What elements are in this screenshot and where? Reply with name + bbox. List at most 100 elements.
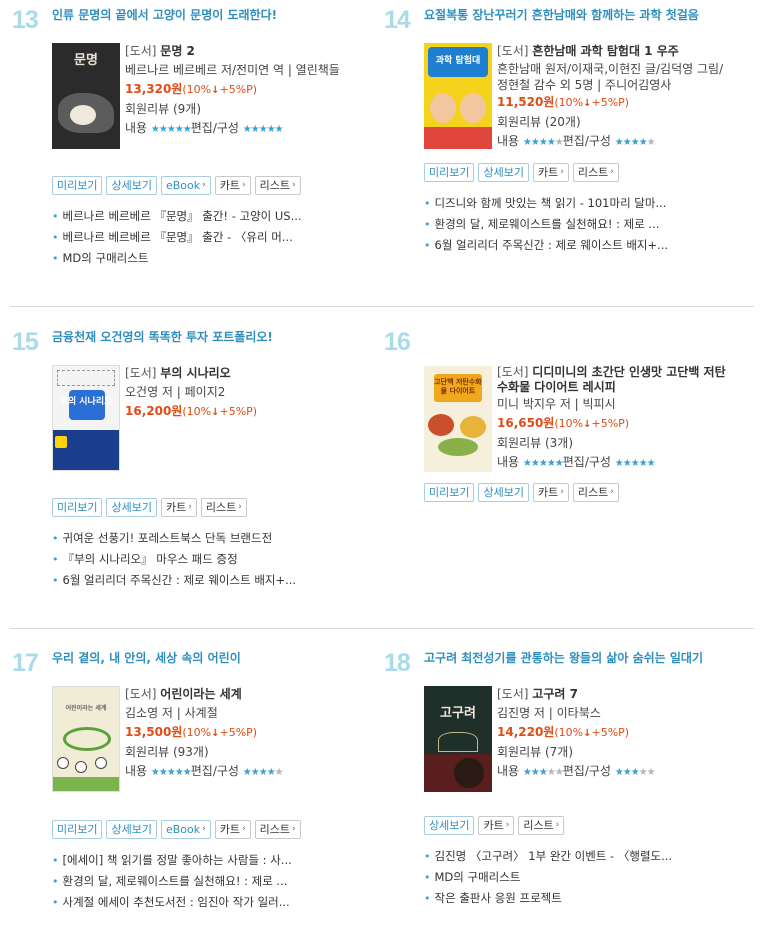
chevron-right-icon: ›	[610, 167, 614, 177]
action-buttons: 미리보기 상세보기 카트 › 리스트 ›	[52, 498, 247, 517]
review-count-link[interactable]: 회원리뷰 (9개)	[125, 100, 360, 119]
book-author-publisher[interactable]: 오건영 저 | 페이지2	[125, 383, 360, 402]
preview-button[interactable]: 미리보기	[424, 483, 475, 502]
event-link[interactable]: 환경의 달, 제로웨이스트를 실천해요! : 제로 ...	[52, 871, 292, 892]
ebook-button[interactable]: eBook ›	[160, 176, 211, 195]
event-link[interactable]: [에세이] 책 읽기를 정말 좋아하는 사람들 : 사...	[52, 850, 292, 871]
book-author-publisher[interactable]: 미니 박지우 저 | 빅피시	[497, 395, 732, 414]
book-author-publisher[interactable]: 흔한남매 원저/이재국,이현진 글/김덕영 그림/정현철 감수 외 5명 | 주…	[497, 61, 732, 93]
edit-rating-label: 편집/구성	[190, 764, 239, 778]
book-headline-link[interactable]: 고구려 최전성기를 관통하는 왕들의 삶아 숨쉬는 일대기	[424, 649, 703, 666]
book-cover-image[interactable]: 문명	[52, 43, 120, 149]
book-author-publisher[interactable]: 김진명 저 | 이타북스	[497, 704, 732, 723]
wishlist-button[interactable]: 리스트 ›	[254, 176, 301, 195]
book-category: [도서]	[125, 366, 157, 380]
detail-button[interactable]: 상세보기	[106, 176, 157, 195]
event-link[interactable]: 6월 얼리리더 주목신간 : 제로 웨이스트 배지+...	[424, 235, 669, 256]
wishlist-button[interactable]: 리스트 ›	[518, 816, 565, 835]
preview-button[interactable]: 미리보기	[52, 820, 103, 839]
chevron-right-icon: ›	[202, 824, 206, 834]
content-rating-label: 내용	[497, 764, 520, 778]
discount-rate: (10%	[182, 405, 212, 418]
preview-button[interactable]: 미리보기	[424, 163, 475, 182]
event-link[interactable]: 사계절 에세이 추천도서전 : 임진아 작가 일러...	[52, 892, 292, 913]
wishlist-button[interactable]: 리스트 ›	[572, 163, 619, 182]
book-card: 15 금융천재 오건영의 똑똑한 투자 포트폴리오! 부의 시나리오 [도서] …	[12, 322, 352, 612]
cart-button[interactable]: 카트 ›	[532, 163, 569, 182]
chevron-right-icon: ›	[241, 180, 246, 190]
ebook-label: eBook	[165, 179, 201, 192]
book-headline-link[interactable]: 요절복통 장난꾸러기 흔한남매와 함께하는 과학 첫걸음	[424, 6, 699, 23]
rank-number: 17	[12, 649, 39, 677]
edit-rating-label: 편집/구성	[562, 134, 611, 148]
book-title-link[interactable]: 부의 시나리오	[160, 366, 230, 380]
wishlist-label: 리스트	[259, 823, 290, 836]
book-category: [도서]	[125, 687, 157, 701]
event-link[interactable]: 작은 출판사 응원 프로젝트	[424, 888, 672, 909]
book-price: 13,500원	[125, 725, 183, 739]
event-link[interactable]: MD의 구매리스트	[52, 248, 302, 269]
discount-rate: (10%	[554, 417, 584, 430]
event-link[interactable]: 김진명 〈고구려〉 1부 완간 이벤트 - 〈행렬도...	[424, 846, 673, 867]
chevron-right-icon: ›	[188, 502, 192, 512]
book-cover-image[interactable]: 어린이라는 세계	[52, 686, 120, 792]
book-cover-image[interactable]: 고구려	[424, 686, 492, 792]
book-title-link[interactable]: 디디미니의 초간단 인생맛 고단백 저탄수화물 다이어트 레시피	[497, 365, 726, 394]
cart-button[interactable]: 카트 ›	[532, 483, 569, 502]
edit-rating-label: 편집/구성	[190, 121, 239, 135]
event-link[interactable]: MD의 구매리스트	[424, 867, 672, 888]
detail-button[interactable]: 상세보기	[478, 163, 529, 182]
review-count-link[interactable]: 회원리뷰 (7개)	[497, 743, 732, 762]
book-title-link[interactable]: 어린이라는 세계	[160, 687, 241, 701]
book-title-link[interactable]: 문명 2	[160, 44, 195, 58]
wishlist-label: 리스트	[205, 501, 237, 514]
rank-number: 15	[12, 328, 39, 356]
book-headline-link[interactable]: 우리 곁의, 내 안의, 세상 속의 어린이	[52, 649, 241, 666]
edit-rating-label: 편집/구성	[562, 764, 611, 778]
wishlist-button[interactable]: 리스트 ›	[572, 483, 619, 502]
point-rate: +5%P)	[219, 405, 258, 418]
event-link[interactable]: 환경의 달, 제로웨이스트를 실천해요! : 제로 ...	[424, 214, 668, 235]
preview-button[interactable]: 미리보기	[52, 176, 103, 195]
review-count-link[interactable]: 회원리뷰 (93개)	[125, 743, 360, 762]
detail-button[interactable]: 상세보기	[424, 816, 475, 835]
cart-button[interactable]: 카트 ›	[214, 176, 251, 195]
book-author-publisher[interactable]: 김소영 저 | 사계절	[125, 704, 360, 723]
detail-button[interactable]: 상세보기	[106, 498, 157, 517]
ebook-button[interactable]: eBook ›	[160, 820, 211, 839]
wishlist-button[interactable]: 리스트 ›	[254, 820, 301, 839]
review-count-link[interactable]: 회원리뷰 (20개)	[497, 113, 732, 132]
book-cover-image[interactable]: 과학 탐험대	[424, 43, 492, 149]
book-title-link[interactable]: 흔한남매 과학 탐험대 1 우주	[532, 44, 679, 58]
book-title-link[interactable]: 고구려 7	[532, 687, 578, 701]
cover-title: 과학 탐험대	[435, 56, 481, 66]
cart-button[interactable]: 카트 ›	[478, 816, 515, 835]
review-count-link[interactable]: 회원리뷰 (3개)	[497, 434, 732, 453]
preview-button[interactable]: 미리보기	[52, 498, 103, 517]
event-link[interactable]: 『부의 시나리오』 마우스 패드 증정	[52, 549, 296, 570]
action-buttons: 미리보기 상세보기 카트 › 리스트 ›	[424, 163, 619, 182]
cart-label: 카트	[219, 179, 240, 192]
event-link[interactable]: 디즈니와 함께 맛있는 책 읽기 - 101마리 달마...	[424, 193, 668, 214]
content-star-rating: ★★★★★	[150, 124, 192, 135]
event-link[interactable]: 베르나르 베르베르 『문명』 출간 - 〈유리 머...	[52, 227, 302, 248]
detail-button[interactable]: 상세보기	[478, 483, 529, 502]
cart-button[interactable]: 카트 ›	[214, 820, 251, 839]
book-author-publisher[interactable]: 베르나르 베르베르 저/전미연 역 | 열린책들	[125, 61, 360, 80]
event-link[interactable]: 베르나르 베르베르 『문명』 출간! - 고양이 US...	[52, 206, 302, 227]
book-headline-link[interactable]: 인류 문명의 끝에서 고양이 문명이 도래한다!	[52, 6, 277, 23]
bestseller-row-2: 15 금융천재 오건영의 똑똑한 투자 포트폴리오! 부의 시나리오 [도서] …	[0, 307, 762, 627]
wishlist-label: 리스트	[577, 486, 609, 499]
wishlist-button[interactable]: 리스트 ›	[200, 498, 247, 517]
book-category: [도서]	[497, 44, 529, 58]
event-link[interactable]: 귀여운 선풍기! 포레스트북스 단독 브랜드전	[52, 528, 296, 549]
cart-button[interactable]: 카트 ›	[160, 498, 197, 517]
discount-rate: (10%	[182, 726, 212, 739]
detail-button[interactable]: 상세보기	[106, 820, 157, 839]
point-rate: +5%P)	[219, 83, 258, 96]
cart-label: 카트	[537, 486, 559, 499]
event-link[interactable]: 6월 얼리리더 주목신간 : 제로 웨이스트 배지+...	[52, 570, 297, 591]
book-cover-image[interactable]: 고단백 저탄수화물 다이어트	[424, 366, 492, 472]
book-headline-link[interactable]: 금융천재 오건영의 똑똑한 투자 포트폴리오!	[52, 328, 273, 345]
book-cover-image[interactable]: 부의 시나리오	[52, 365, 120, 471]
